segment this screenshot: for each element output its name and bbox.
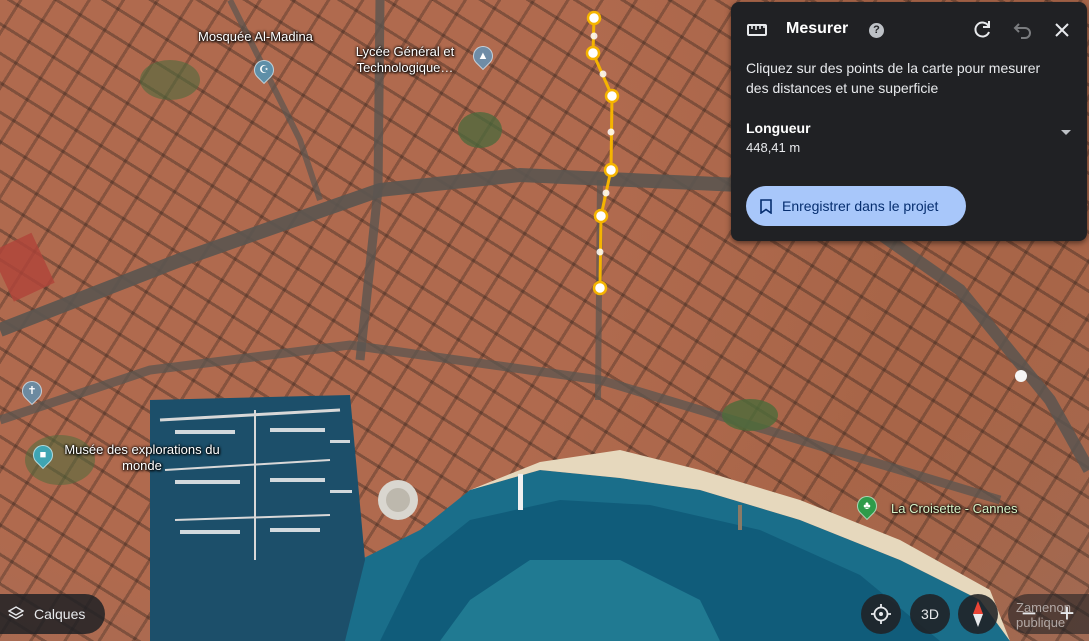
route-midpoint bbox=[590, 32, 598, 40]
poi-label-croisette[interactable]: La Croisette - Cannes bbox=[891, 501, 1017, 517]
location-target-icon bbox=[871, 604, 891, 624]
route-midpoint bbox=[607, 128, 615, 136]
poi-label-school[interactable]: Lycée Général et Technologique… bbox=[346, 44, 464, 76]
help-icon[interactable]: ? bbox=[869, 23, 884, 38]
compass-button[interactable] bbox=[958, 594, 998, 634]
measure-panel: Mesurer ? Cliquez sur des points de la c… bbox=[731, 2, 1087, 241]
locate-button[interactable] bbox=[861, 594, 901, 634]
route-midpoint bbox=[599, 70, 607, 78]
measure-title: Mesurer bbox=[786, 20, 849, 37]
length-label: Longueur bbox=[746, 120, 811, 136]
public-attribution: Zamenon publique bbox=[1016, 600, 1071, 630]
save-to-project-label: Enregistrer dans le projet bbox=[782, 198, 939, 214]
bookmark-icon bbox=[760, 198, 772, 214]
route-vertex bbox=[585, 45, 601, 61]
view-3d-label: 3D bbox=[921, 606, 939, 622]
poi-label-mosque[interactable]: Mosquée Al-Madina bbox=[198, 29, 313, 45]
measure-panel-header: Mesurer ? bbox=[731, 2, 1087, 58]
layers-label: Calques bbox=[34, 606, 86, 622]
route-vertex bbox=[593, 208, 609, 224]
ruler-icon bbox=[747, 24, 767, 36]
layers-button[interactable]: Calques bbox=[0, 594, 105, 634]
route-vertex bbox=[586, 10, 602, 26]
route-midpoint bbox=[602, 189, 610, 197]
length-metric[interactable]: Longueur 448,41 m bbox=[746, 120, 1071, 155]
redo-icon[interactable] bbox=[970, 18, 994, 42]
save-to-project-button[interactable]: Enregistrer dans le projet bbox=[746, 186, 966, 226]
length-value: 448,41 m bbox=[746, 140, 801, 155]
route-midpoint bbox=[596, 248, 604, 256]
view-3d-button[interactable]: 3D bbox=[910, 594, 950, 634]
layers-icon bbox=[8, 606, 24, 620]
close-icon[interactable] bbox=[1050, 18, 1074, 42]
undo-icon[interactable] bbox=[1010, 18, 1034, 42]
route-vertex bbox=[592, 280, 608, 296]
route-vertex bbox=[603, 162, 619, 178]
route-vertex bbox=[604, 88, 620, 104]
poi-label-museum[interactable]: Musée des explorations du monde bbox=[62, 442, 222, 474]
measure-description: Cliquez sur des points de la carte pour … bbox=[746, 60, 1041, 96]
compass-icon bbox=[973, 601, 983, 627]
caret-down-icon[interactable] bbox=[1061, 130, 1071, 135]
